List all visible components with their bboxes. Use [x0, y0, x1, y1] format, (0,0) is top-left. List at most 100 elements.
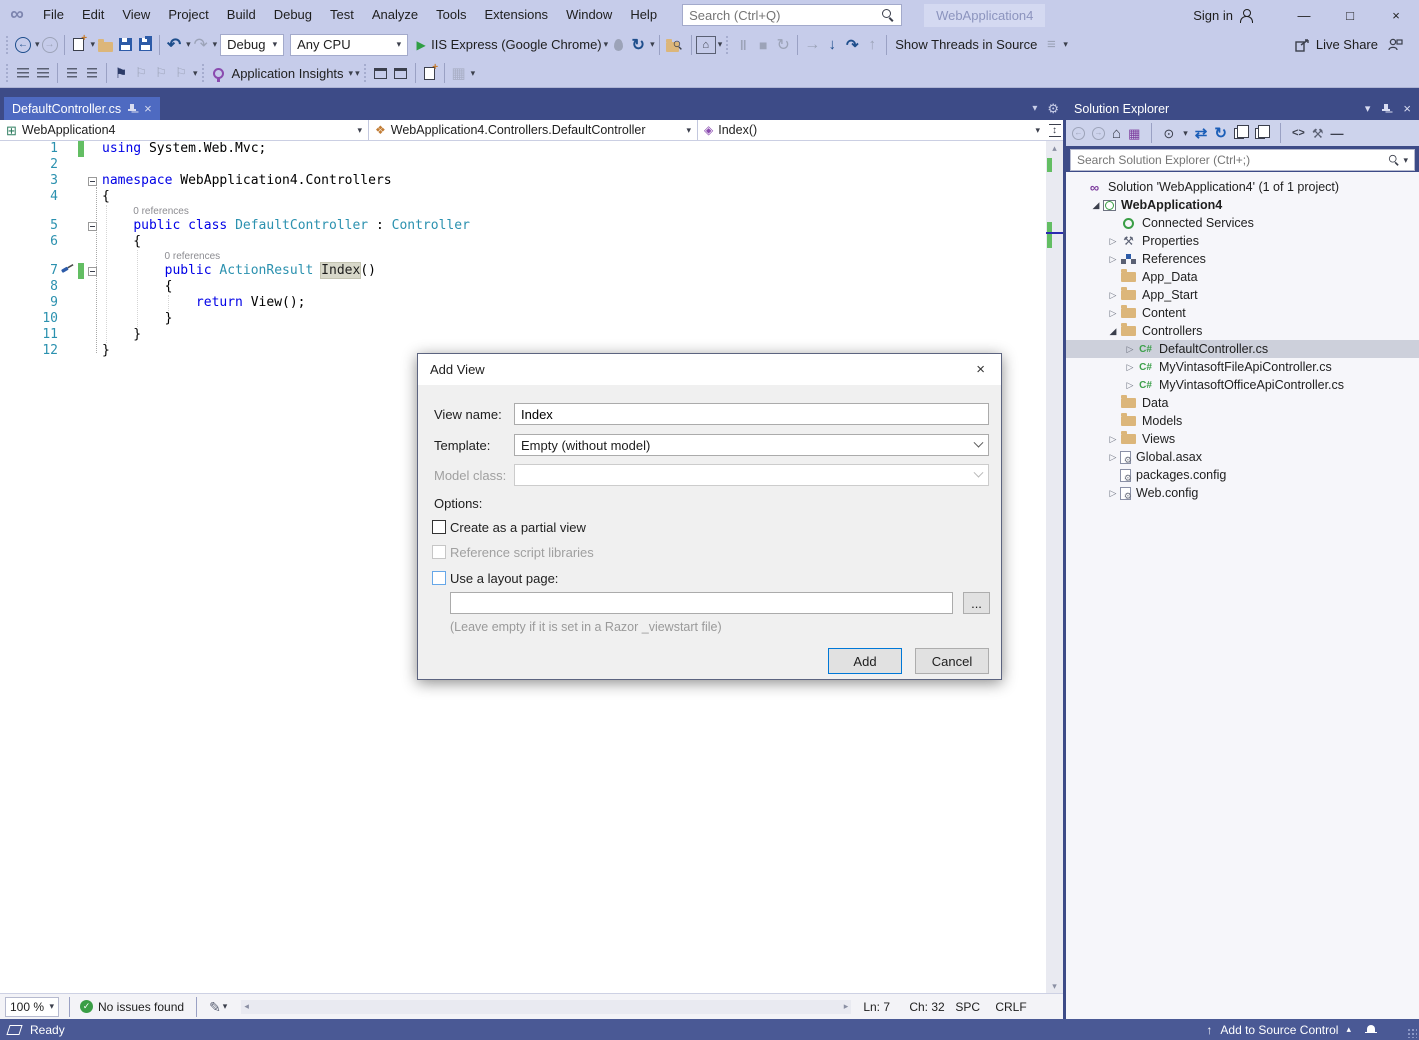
- codelens-row[interactable]: 0 references: [0, 205, 1046, 218]
- navigate-forward-button[interactable]: →: [40, 33, 60, 57]
- expand-arrow-icon[interactable]: ▷: [1106, 452, 1120, 463]
- new-project-button[interactable]: [69, 33, 89, 57]
- search-icon[interactable]: [1389, 154, 1401, 166]
- code-line-2[interactable]: 2: [0, 157, 1046, 173]
- hot-reload-icon[interactable]: [608, 33, 628, 57]
- tab-list-dropdown-icon[interactable]: ▾: [1032, 103, 1037, 114]
- minimize-button[interactable]: —: [1281, 0, 1327, 30]
- preview-selected-items-icon[interactable]: [1255, 128, 1265, 139]
- code-line-4[interactable]: 4{: [0, 189, 1046, 205]
- editor-vertical-scrollbar[interactable]: ▴ ▾: [1046, 141, 1063, 993]
- browser-link-dropdown-icon[interactable]: ▾: [718, 39, 723, 50]
- zoom-combo[interactable]: 100 % ▾: [5, 997, 59, 1017]
- menu-project[interactable]: Project: [159, 0, 217, 30]
- add-button[interactable]: Add: [828, 648, 902, 674]
- tree-item-webapplication4[interactable]: ◢WebApplication4: [1066, 196, 1419, 214]
- indent-increase-icon[interactable]: [33, 61, 53, 85]
- navigate-back-button[interactable]: ←: [13, 33, 33, 57]
- menu-extensions[interactable]: Extensions: [475, 0, 557, 30]
- show-threads-label[interactable]: Show Threads in Source: [895, 37, 1037, 52]
- tree-item-data[interactable]: Data: [1066, 394, 1419, 412]
- toolbar-grip[interactable]: [5, 63, 10, 83]
- source-control-dropdown-icon[interactable]: ▴: [1346, 1025, 1351, 1034]
- step-over-button[interactable]: ↷: [842, 33, 862, 57]
- save-all-button[interactable]: [135, 33, 155, 57]
- solution-search-input[interactable]: [1077, 153, 1387, 167]
- resize-grip[interactable]: [1407, 1028, 1417, 1038]
- close-tab-icon[interactable]: ×: [144, 101, 152, 116]
- background-tasks-icon[interactable]: [6, 1025, 22, 1035]
- expand-arrow-icon[interactable]: ▷: [1123, 344, 1137, 355]
- view-name-input[interactable]: [514, 403, 989, 425]
- menu-file[interactable]: File: [34, 0, 73, 30]
- collapse-arrow-icon[interactable]: ◢: [1089, 200, 1103, 211]
- menu-view[interactable]: View: [113, 0, 159, 30]
- expand-arrow-icon[interactable]: ▷: [1106, 290, 1120, 301]
- menu-test[interactable]: Test: [321, 0, 363, 30]
- menu-window[interactable]: Window: [557, 0, 621, 30]
- tree-item-views[interactable]: ▷Views: [1066, 430, 1419, 448]
- tree-item-myvintasoftfileapicontroller-cs[interactable]: ▷C#MyVintasoftFileApiController.cs: [1066, 358, 1419, 376]
- issues-label[interactable]: No issues found: [98, 1000, 184, 1014]
- collapse-all-icon[interactable]: [1234, 128, 1244, 139]
- search-icon[interactable]: [881, 8, 895, 22]
- toolbar-grip[interactable]: [363, 63, 368, 83]
- live-share-icon[interactable]: [1295, 38, 1311, 52]
- export-data-icon[interactable]: [371, 61, 391, 85]
- use-layout-page-label[interactable]: Use a layout page:: [450, 571, 558, 586]
- collapse-icon[interactable]: —: [1330, 127, 1343, 140]
- refresh-icon[interactable]: ↻: [1214, 126, 1227, 141]
- quick-search-box[interactable]: [682, 4, 902, 26]
- code-line-5[interactable]: 5 public class DefaultController : Contr…: [0, 218, 1046, 234]
- sign-in-button[interactable]: Sign in: [1193, 8, 1253, 23]
- code-line-10[interactable]: 10 }: [0, 311, 1046, 327]
- browse-layout-button[interactable]: ...: [963, 592, 990, 614]
- scroll-right-icon[interactable]: ▸: [844, 1001, 849, 1012]
- scroll-left-icon[interactable]: ◂: [244, 1001, 249, 1012]
- template-combo[interactable]: Empty (without model): [514, 434, 989, 456]
- code-line-8[interactable]: 8 {: [0, 279, 1046, 295]
- menu-debug[interactable]: Debug: [265, 0, 321, 30]
- code-cleanup-dropdown-icon[interactable]: ▾: [223, 1001, 228, 1012]
- threads-dropdown-icon[interactable]: ▾: [1063, 39, 1068, 50]
- expand-arrow-icon[interactable]: ▷: [1123, 362, 1137, 373]
- tab-settings-gear-icon[interactable]: ⚙: [1047, 101, 1059, 117]
- tree-item-models[interactable]: Models: [1066, 412, 1419, 430]
- tree-item-connected-services[interactable]: Connected Services: [1066, 214, 1419, 232]
- close-panel-icon[interactable]: ×: [1403, 101, 1411, 116]
- type-dropdown[interactable]: ❖ WebApplication4.Controllers.DefaultCon…: [369, 120, 698, 140]
- dialog-title-bar[interactable]: Add View ×: [418, 354, 1001, 385]
- maximize-button[interactable]: □: [1327, 0, 1373, 30]
- code-line-3[interactable]: 3namespace WebApplication4.Controllers: [0, 173, 1046, 189]
- search-options-dropdown-icon[interactable]: ▾: [1403, 155, 1408, 166]
- dialog-close-icon[interactable]: ×: [972, 361, 989, 378]
- code-line-1[interactable]: 1using System.Web.Mvc;: [0, 141, 1046, 157]
- tree-item-app-data[interactable]: App_Data: [1066, 268, 1419, 286]
- refresh-button[interactable]: ↻: [628, 33, 648, 57]
- menu-build[interactable]: Build: [218, 0, 265, 30]
- menu-edit[interactable]: Edit: [73, 0, 113, 30]
- browser-link-button[interactable]: ⌂: [696, 36, 716, 54]
- import-data-icon[interactable]: [391, 61, 411, 85]
- switch-views-icon[interactable]: ▦: [1128, 127, 1140, 140]
- expand-arrow-icon[interactable]: ▷: [1106, 308, 1120, 319]
- feedback-icon[interactable]: [1388, 37, 1403, 52]
- solution-explorer-header[interactable]: Solution Explorer ▾ ×: [1066, 97, 1419, 120]
- collapse-region-box[interactable]: [88, 222, 97, 231]
- add-to-source-control-button[interactable]: Add to Source Control: [1220, 1023, 1338, 1037]
- comment-icon[interactable]: [62, 61, 82, 85]
- sync-with-active-document-icon[interactable]: ⇄: [1195, 126, 1208, 141]
- redo-button[interactable]: ↷: [191, 33, 211, 57]
- publish-up-arrow-icon[interactable]: ↑: [1206, 1024, 1212, 1036]
- grid-dropdown-icon[interactable]: ▾: [471, 68, 476, 79]
- tree-item-global-asax[interactable]: ▷Global.asax: [1066, 448, 1419, 466]
- redo-dropdown-icon[interactable]: ▾: [213, 39, 218, 50]
- overflow-dropdown-icon[interactable]: ▾: [355, 68, 360, 79]
- tree-item-content[interactable]: ▷Content: [1066, 304, 1419, 322]
- menu-tools[interactable]: Tools: [427, 0, 475, 30]
- pin-panel-icon[interactable]: [1382, 103, 1391, 114]
- create-partial-view-checkbox[interactable]: [432, 520, 446, 534]
- expand-arrow-icon[interactable]: ▷: [1106, 254, 1120, 265]
- split-editor-button[interactable]: ↕: [1046, 120, 1063, 141]
- expand-arrow-icon[interactable]: ▷: [1123, 380, 1137, 391]
